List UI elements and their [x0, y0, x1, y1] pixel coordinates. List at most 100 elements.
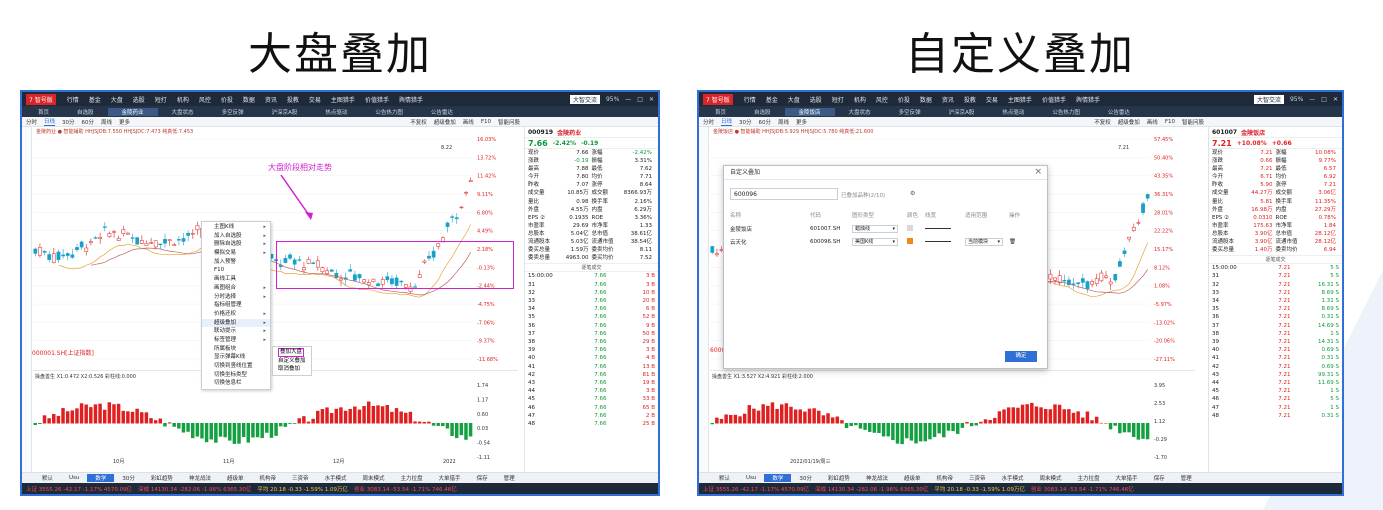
submenu-cancel-overlay[interactable]: 取消叠加	[273, 365, 311, 374]
menu-item[interactable]: 风控	[194, 95, 216, 104]
indicator-tab[interactable]: 彩虹趋势	[820, 474, 858, 482]
menu-item[interactable]: 价投	[893, 95, 915, 104]
tab-a-shares[interactable]: 沪深京A股	[935, 108, 989, 116]
indicator-tab[interactable]: 主力拉盘	[393, 474, 431, 482]
tab-home[interactable]: 首页	[701, 108, 740, 116]
menu-item[interactable]: 价投	[216, 95, 238, 104]
indicator-tab[interactable]: 30分	[114, 474, 143, 482]
menu-item[interactable]: 主图猎手	[326, 95, 360, 104]
ask-button[interactable]: 智能问股	[1182, 118, 1204, 126]
tab-announcement-radar[interactable]: 公告雷达	[417, 108, 467, 116]
period-intraday[interactable]: 分时	[26, 118, 37, 126]
submenu-overlay-market[interactable]: 叠加大盘	[273, 348, 311, 357]
period-more[interactable]: 更多	[119, 118, 130, 126]
menu-item[interactable]: 大盘	[106, 95, 128, 104]
context-menu-item[interactable]: 主图K线 ▸	[202, 223, 270, 232]
menu-item[interactable]: 机构	[172, 95, 194, 104]
context-menu-item[interactable]: 价格还权 ▸	[202, 310, 270, 319]
indicator-tab[interactable]: Usu	[738, 475, 764, 481]
dialog-ok-button[interactable]: 确定	[1005, 351, 1037, 362]
indicator-tab[interactable]: 机构帝	[928, 474, 961, 482]
submenu-custom-overlay[interactable]: 自定义叠加	[273, 357, 311, 366]
line-swatch[interactable]	[925, 227, 951, 229]
indicator-tab[interactable]: 水手模式	[994, 474, 1032, 482]
close-icon[interactable]: ✕	[1333, 96, 1338, 103]
maximize-icon[interactable]: □	[637, 96, 643, 103]
context-menu-item[interactable]: 画图组合 ▸	[202, 284, 270, 293]
indicator-tab[interactable]: 神龙战法	[181, 474, 219, 482]
tab-a-shares[interactable]: 沪深京A股	[258, 108, 312, 116]
indicator-tab[interactable]: 大单猎手	[1108, 474, 1146, 482]
indicator-tab[interactable]: 周末模式	[1032, 474, 1070, 482]
menu-item[interactable]: 大盘	[783, 95, 805, 104]
indicator-tab[interactable]: 周末模式	[355, 474, 393, 482]
table-row[interactable]: 金陵饭店 601007.SH 蜡烛线	[730, 223, 1041, 234]
menu-item[interactable]: 短打	[827, 95, 849, 104]
ask-button[interactable]: 智能问股	[498, 118, 520, 126]
menu-item[interactable]: 行情	[62, 95, 84, 104]
menu-item[interactable]: 基金	[84, 95, 106, 104]
context-menu-item[interactable]: 切换信息栏	[202, 379, 270, 388]
indicator-tab[interactable]: 管理	[1173, 474, 1200, 482]
tab-watchlist[interactable]: 自选股	[63, 108, 108, 116]
period-60m[interactable]: 60分	[82, 118, 95, 126]
tab-announcement-radar[interactable]: 公告雷达	[1094, 108, 1144, 116]
tab-hotspot[interactable]: 热点驱动	[311, 108, 361, 116]
period-more[interactable]: 更多	[796, 118, 807, 126]
settings-icon[interactable]: ⚙	[910, 190, 915, 197]
dialog-close-icon[interactable]: ×	[1034, 167, 1042, 177]
period-intraday[interactable]: 分时	[703, 118, 714, 126]
tab-market-state[interactable]: 大盘状态	[158, 108, 208, 116]
indicator-tab[interactable]: 神龙战法	[858, 474, 896, 482]
context-menu-item[interactable]: 模拟交易 ▸	[202, 249, 270, 258]
menu-item[interactable]: 主图猎手	[1003, 95, 1037, 104]
context-menu-item[interactable]: 标签管理 ▸	[202, 336, 270, 345]
type-select[interactable]: 蜡烛线	[852, 224, 898, 233]
indicator-tab[interactable]: 水手模式	[317, 474, 355, 482]
indicator-tab[interactable]: 三资帝	[284, 474, 317, 482]
table-row[interactable]: 云天化 600096.SH 美国K线 当前模块 🗑	[730, 236, 1041, 247]
context-menu-item[interactable]: 切换到竖线位置	[202, 362, 270, 371]
menu-item[interactable]: 价值猎手	[360, 95, 394, 104]
indicator-tab[interactable]: 管理	[496, 474, 523, 482]
menu-item[interactable]: 舆情猎手	[1071, 95, 1105, 104]
f10-button[interactable]: F10	[481, 119, 491, 125]
menu-item[interactable]: 数据	[915, 95, 937, 104]
community-button[interactable]: 大智交流	[569, 94, 600, 104]
menu-item[interactable]: 资讯	[937, 95, 959, 104]
indicator-tab[interactable]: 默认	[34, 474, 61, 482]
context-menu-item[interactable]: 显示弹幕K线	[202, 353, 270, 362]
period-weekly[interactable]: 周线	[778, 118, 789, 126]
indicator-tab[interactable]: 保存	[469, 474, 496, 482]
context-menu-item[interactable]: 加入自选股 ▸	[202, 232, 270, 241]
super-overlay-button[interactable]: 超级叠加	[1118, 118, 1140, 126]
menu-item[interactable]: 风控	[871, 95, 893, 104]
tab-home[interactable]: 首页	[24, 108, 63, 116]
draw-button[interactable]: 画线	[463, 118, 474, 126]
tab-rebound[interactable]: 多空反弹	[208, 108, 258, 116]
minimize-icon[interactable]: —	[1309, 96, 1315, 103]
indicator-tab[interactable]: 30分	[791, 474, 820, 482]
context-menu-item[interactable]: F10	[202, 266, 270, 275]
indicator-tab[interactable]: 大单猎手	[431, 474, 469, 482]
indicator-tab[interactable]: 主力拉盘	[1070, 474, 1108, 482]
menu-item[interactable]: 选股	[805, 95, 827, 104]
f10-button[interactable]: F10	[1165, 119, 1175, 125]
tab-announcement-heat[interactable]: 公告热力图	[1038, 108, 1094, 116]
indicator-tab[interactable]: 彩虹趋势	[143, 474, 181, 482]
super-overlay-button[interactable]: 超级叠加	[434, 118, 456, 126]
type-select[interactable]: 美国K线	[852, 237, 898, 246]
scope-select[interactable]: 当前模块	[965, 237, 1003, 246]
menu-item[interactable]: 价值猎手	[1037, 95, 1071, 104]
delete-icon[interactable]: 🗑	[1009, 239, 1029, 245]
tab-stock[interactable]: 金陵饭店	[784, 107, 835, 116]
context-menu-item[interactable]: 画线工具	[202, 275, 270, 284]
close-icon[interactable]: ✕	[649, 96, 654, 103]
tab-market-state[interactable]: 大盘状态	[835, 108, 885, 116]
indicator-tab[interactable]: 默认	[711, 474, 738, 482]
indicator-tab[interactable]: 超级单	[896, 474, 929, 482]
period-60m[interactable]: 60分	[759, 118, 772, 126]
tab-hotspot[interactable]: 热点驱动	[988, 108, 1038, 116]
menu-item[interactable]: 资讯	[260, 95, 282, 104]
menu-item[interactable]: 选股	[128, 95, 150, 104]
